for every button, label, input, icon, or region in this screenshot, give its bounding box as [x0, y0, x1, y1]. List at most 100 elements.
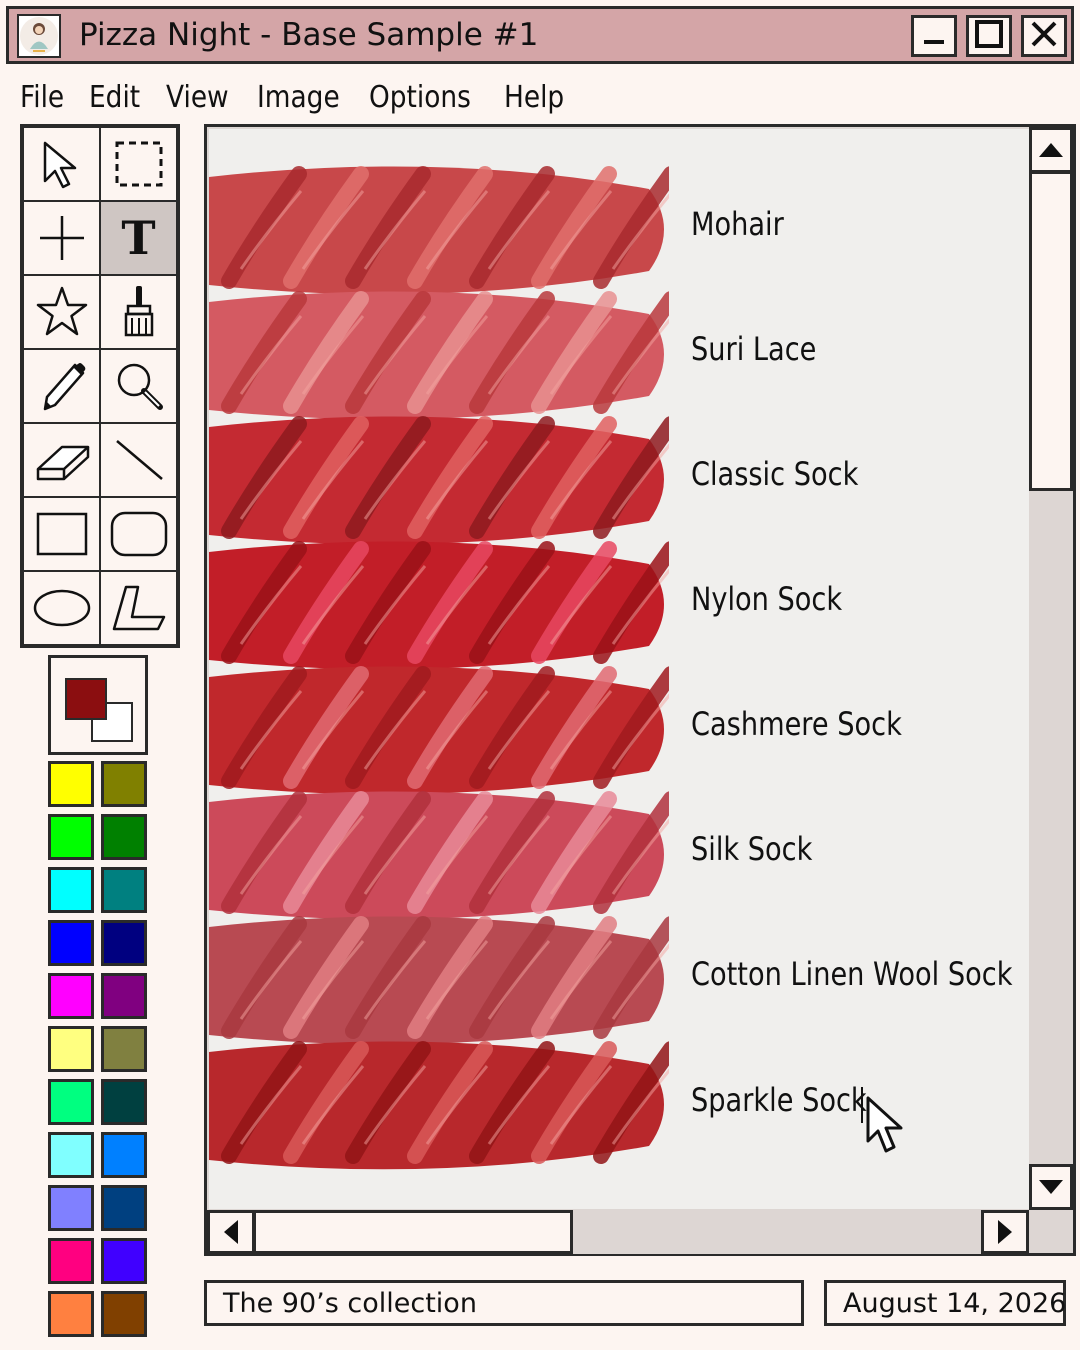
- vertical-scroll-thumb[interactable]: [1029, 171, 1073, 491]
- crosshair-icon: [39, 216, 84, 260]
- status-date: August 14, 2026: [824, 1280, 1066, 1326]
- palette-swatch[interactable]: [48, 867, 94, 913]
- tool-text[interactable]: T: [100, 201, 177, 275]
- tool-star[interactable]: [23, 275, 100, 349]
- palette-swatch[interactable]: [101, 1185, 147, 1231]
- palette-swatch[interactable]: [48, 1238, 94, 1284]
- yarn-skein: [209, 541, 669, 670]
- yarn-label: Cashmere Sock: [691, 705, 902, 743]
- vertical-scrollbar[interactable]: [1029, 127, 1073, 1210]
- yarn-skein: [209, 916, 669, 1045]
- arrow-down-icon: [1039, 1180, 1063, 1194]
- image-canvas[interactable]: Mohair Suri Lace Classic Sock Nylon Sock…: [209, 129, 1029, 1209]
- horizontal-scroll-thumb[interactable]: [253, 1210, 573, 1254]
- menu-view[interactable]: View: [166, 80, 229, 115]
- tool-ellipse[interactable]: [23, 571, 100, 645]
- tool-polygon[interactable]: [100, 571, 177, 645]
- yarn-skein: [209, 166, 669, 295]
- close-button[interactable]: [1021, 15, 1067, 57]
- tool-select[interactable]: [23, 127, 100, 201]
- palette-swatch[interactable]: [48, 920, 94, 966]
- eraser-icon: [36, 445, 89, 481]
- color-palette: [48, 761, 150, 1341]
- toolbox: T: [20, 124, 180, 648]
- magnifier-icon: [117, 363, 163, 410]
- palette-swatch[interactable]: [48, 814, 94, 860]
- window-title: Pizza Night - Base Sample #1: [79, 17, 539, 53]
- scroll-right-button[interactable]: [981, 1210, 1029, 1254]
- arrow-right-icon: [998, 1220, 1012, 1244]
- palette-swatch[interactable]: [48, 973, 94, 1019]
- tool-eraser[interactable]: [23, 423, 100, 497]
- menu-bar: File Edit View Image Options Help: [20, 72, 565, 122]
- menu-file[interactable]: File: [20, 80, 64, 115]
- menu-options[interactable]: Options: [369, 80, 471, 115]
- polygon-icon: [112, 585, 165, 631]
- ellipse-icon: [33, 589, 90, 627]
- palette-swatch[interactable]: [101, 867, 147, 913]
- tool-crosshair[interactable]: [23, 201, 100, 275]
- tool-zoom[interactable]: [100, 349, 177, 423]
- horizontal-scrollbar[interactable]: [207, 1210, 1029, 1254]
- yarn-label: Sparkle Sock: [691, 1081, 867, 1119]
- palette-swatch[interactable]: [48, 1026, 94, 1072]
- yarn-label: Classic Sock: [691, 455, 859, 493]
- text-tool-icon: T: [121, 211, 156, 265]
- minimize-icon: [922, 22, 946, 50]
- palette-swatch[interactable]: [48, 1132, 94, 1178]
- tool-pencil[interactable]: [23, 349, 100, 423]
- brush-icon: [124, 286, 153, 337]
- menu-help[interactable]: Help: [504, 80, 564, 115]
- foreground-color[interactable]: [65, 678, 107, 720]
- yarn-skein: [209, 1041, 669, 1170]
- palette-swatch[interactable]: [101, 1026, 147, 1072]
- yarn-skein: [209, 291, 669, 420]
- text-cursor: [861, 1087, 863, 1123]
- palette-swatch[interactable]: [101, 761, 147, 807]
- maximize-button[interactable]: [966, 15, 1012, 57]
- palette-swatch[interactable]: [101, 920, 147, 966]
- tool-rectangle[interactable]: [23, 497, 100, 571]
- palette-swatch[interactable]: [48, 1291, 94, 1337]
- yarn-skein: [209, 416, 669, 545]
- rounded-rectangle-icon: [110, 511, 167, 557]
- palette-swatch[interactable]: [101, 973, 147, 1019]
- maximize-icon: [974, 19, 1004, 53]
- palette-swatch[interactable]: [101, 1291, 147, 1337]
- palette-swatch[interactable]: [48, 761, 94, 807]
- menu-image[interactable]: Image: [257, 80, 340, 115]
- current-colors[interactable]: [48, 655, 148, 755]
- yarn-label: Suri Lace: [691, 330, 817, 368]
- tool-brush[interactable]: [100, 275, 177, 349]
- palette-swatch[interactable]: [101, 1079, 147, 1125]
- yarn-label: Silk Sock: [691, 830, 813, 868]
- scroll-left-button[interactable]: [207, 1210, 255, 1254]
- scroll-up-button[interactable]: [1029, 127, 1073, 173]
- canvas-window: Mohair Suri Lace Classic Sock Nylon Sock…: [204, 124, 1076, 1256]
- mouse-pointer-icon: [866, 1096, 903, 1153]
- rectangle-icon: [36, 512, 87, 556]
- yarn-photo: [209, 166, 669, 1170]
- palette-swatch[interactable]: [101, 1132, 147, 1178]
- line-icon: [115, 440, 163, 480]
- app-logo-icon: [17, 14, 61, 58]
- yarn-skein: [209, 791, 669, 920]
- palette-swatch[interactable]: [101, 1238, 147, 1284]
- yarn-label: Mohair: [691, 205, 784, 243]
- palette-swatch[interactable]: [101, 814, 147, 860]
- star-icon: [36, 286, 87, 336]
- scroll-down-button[interactable]: [1029, 1164, 1073, 1210]
- yarn-label: Nylon Sock: [691, 580, 843, 618]
- tool-rounded-rectangle[interactable]: [100, 497, 177, 571]
- rect-select-icon: [115, 141, 162, 187]
- title-bar: Pizza Night - Base Sample #1: [6, 6, 1074, 64]
- menu-edit[interactable]: Edit: [89, 80, 140, 115]
- palette-swatch[interactable]: [48, 1185, 94, 1231]
- tool-rect-select[interactable]: [100, 127, 177, 201]
- status-collection: The 90’s collection: [204, 1280, 804, 1326]
- minimize-button[interactable]: [911, 15, 957, 57]
- yarn-label: Cotton Linen Wool Sock: [691, 955, 1013, 993]
- palette-swatch[interactable]: [48, 1079, 94, 1125]
- select-arrow-icon: [43, 141, 76, 189]
- tool-line[interactable]: [100, 423, 177, 497]
